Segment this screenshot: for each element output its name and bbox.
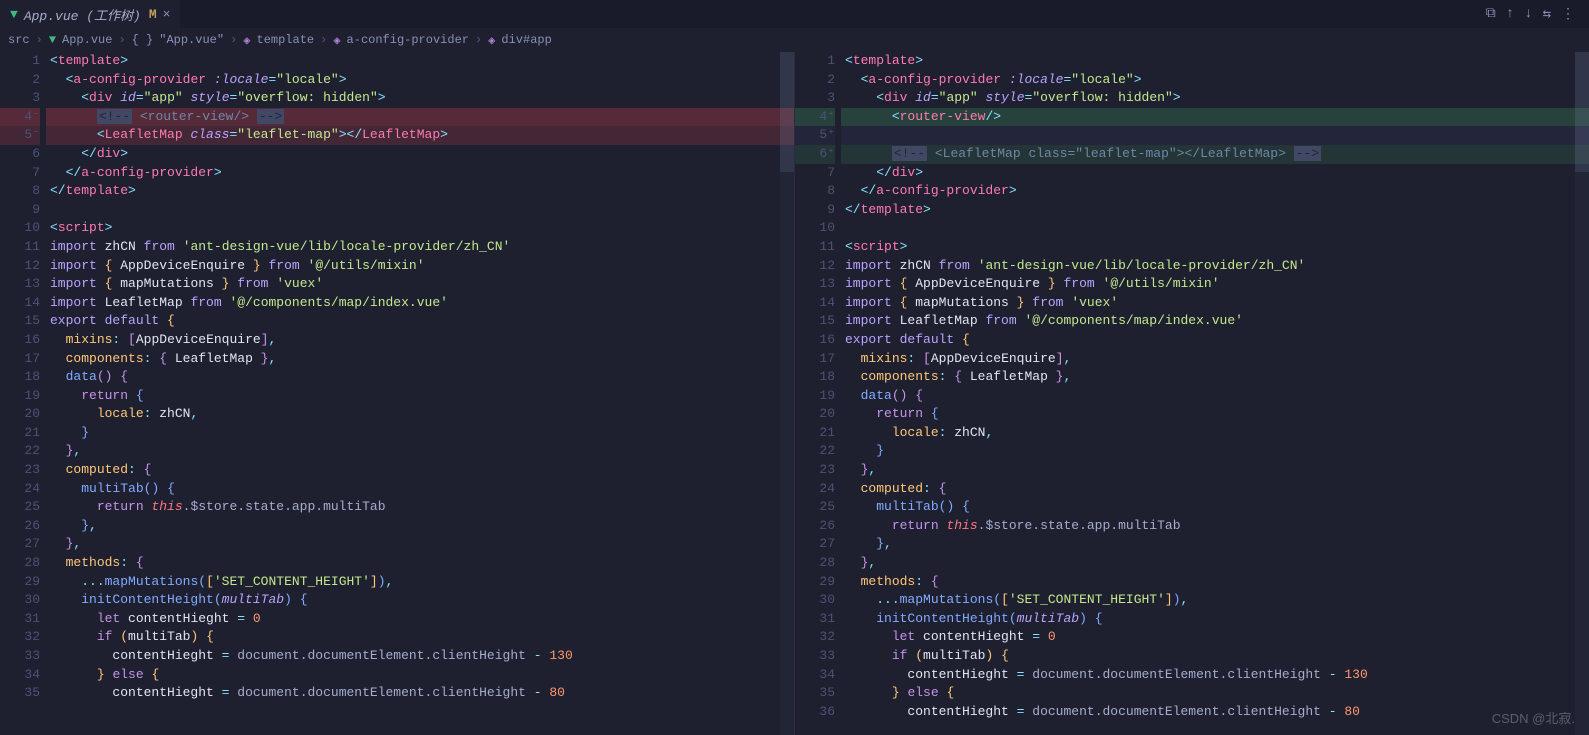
chevron-right-icon: ›	[230, 33, 237, 47]
close-icon[interactable]: ×	[163, 7, 171, 22]
breadcrumb-template[interactable]: template	[257, 33, 315, 47]
breadcrumb-aconfig[interactable]: a-config-provider	[347, 33, 469, 47]
editor-actions: ⧉ ↑ ↓ ⇆ ⋮	[1486, 0, 1589, 28]
minimap-thumb[interactable]	[1575, 52, 1589, 172]
braces-icon: { }	[132, 33, 154, 47]
line-gutter: 1234⁺5⁺6⁺7891011121314151617181920212223…	[795, 52, 841, 735]
line-gutter: 1234⁻5⁻678910111213141516171819202122232…	[0, 52, 46, 735]
cube-icon: ◈	[243, 33, 250, 48]
breadcrumb-src[interactable]: src	[8, 33, 30, 47]
diff-left-pane[interactable]: 1234⁻5⁻678910111213141516171819202122232…	[0, 52, 794, 735]
code-area[interactable]: <template> <a-config-provider :locale="l…	[841, 52, 1589, 721]
more-actions-icon[interactable]: ⋮	[1561, 6, 1575, 23]
chevron-right-icon: ›	[475, 33, 482, 47]
breadcrumb-scope[interactable]: "App.vue"	[159, 33, 224, 47]
watermark: CSDN @北寂.	[1492, 708, 1575, 727]
cube-icon: ◈	[333, 33, 340, 48]
code-area[interactable]: <template> <a-config-provider :locale="l…	[46, 52, 794, 703]
diff-right-pane[interactable]: 1234⁺5⁺6⁺7891011121314151617181920212223…	[794, 52, 1589, 735]
minimap-thumb[interactable]	[780, 52, 794, 172]
breadcrumb-divapp[interactable]: div#app	[501, 33, 551, 47]
previous-change-icon[interactable]: ↑	[1506, 6, 1514, 22]
chevron-right-icon: ›	[36, 33, 43, 47]
breadcrumb-file[interactable]: App.vue	[62, 33, 112, 47]
minimap[interactable]	[1575, 52, 1589, 735]
chevron-right-icon: ›	[320, 33, 327, 47]
cube-icon: ◈	[488, 33, 495, 48]
toggle-whitespace-icon[interactable]: ⇆	[1543, 6, 1551, 23]
tab-modified-badge: M	[149, 7, 157, 22]
next-change-icon[interactable]: ↓	[1524, 6, 1532, 22]
minimap[interactable]	[780, 52, 794, 735]
open-file-icon[interactable]: ⧉	[1486, 6, 1496, 22]
diff-view: 1234⁻5⁻678910111213141516171819202122232…	[0, 52, 1589, 735]
vue-logo-icon: ▼	[10, 7, 18, 22]
chevron-right-icon: ›	[118, 33, 125, 47]
tab-filename: App.vue (工作树)	[24, 5, 141, 24]
tab-appvue[interactable]: ▼ App.vue (工作树) M ×	[0, 0, 180, 28]
breadcrumb: src › ▼ App.vue › { } "App.vue" › ◈ temp…	[0, 28, 1589, 52]
vue-logo-icon: ▼	[49, 33, 56, 47]
